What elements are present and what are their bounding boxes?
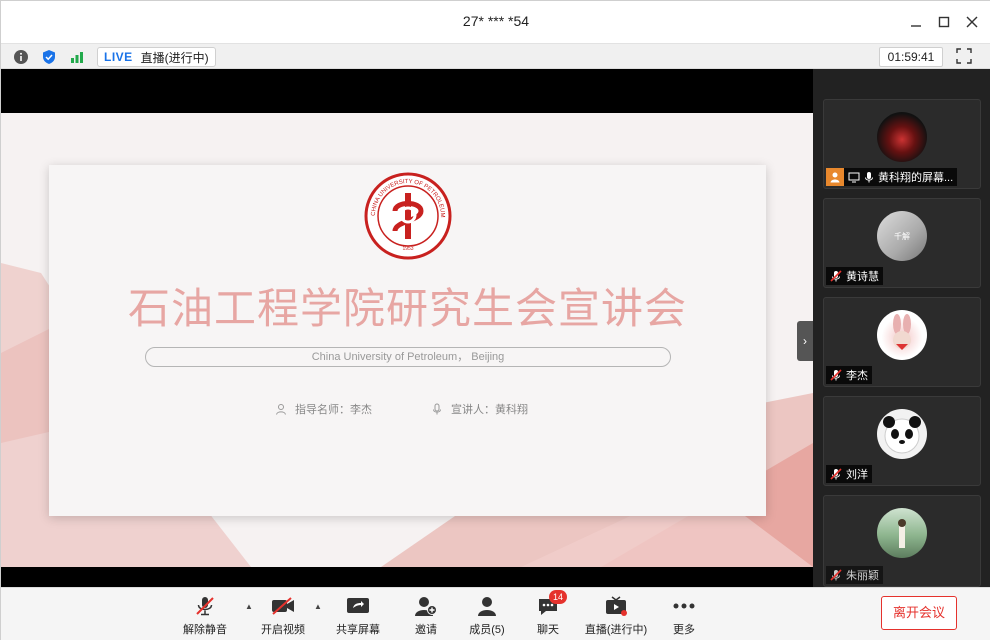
participant-avatar (877, 409, 927, 459)
audio-options-caret[interactable]: ▲ (245, 602, 253, 611)
participant-nametag: 刘洋 (826, 465, 872, 483)
participant-nametag: 黄科翔的屏幕... (826, 168, 958, 186)
microphone-muted-icon (830, 369, 842, 381)
advisor-text: 指导名师：李杰 (295, 404, 372, 416)
participant-tile[interactable]: 黄科翔的屏幕... (823, 99, 981, 189)
participant-video-panel: 黄科翔的屏幕... 千解 黄诗慧 李杰 刘洋 朱丽颖 (813, 69, 990, 587)
person-icon (276, 404, 286, 415)
participant-nametag: 李杰 (826, 366, 872, 384)
advisor-line: 指导名师：李杰 (275, 401, 372, 417)
chat-label: 聊天 (537, 624, 559, 636)
host-person-icon (826, 168, 844, 186)
collapse-panel-button[interactable]: › (797, 321, 813, 361)
minimize-icon (911, 25, 921, 27)
start-video-label: 开启视频 (261, 624, 305, 636)
participant-name: 黄诗慧 (846, 271, 879, 283)
participant-name: 李杰 (846, 370, 868, 382)
participant-nametag: 黄诗慧 (826, 267, 883, 285)
chat-button[interactable]: 14 聊天 (518, 590, 578, 637)
start-video-button[interactable]: 开启视频 (253, 594, 313, 637)
leave-meeting-button[interactable]: 离开会议 (881, 596, 957, 630)
maximize-icon (938, 16, 950, 28)
share-screen-button[interactable]: 共享屏幕 (328, 594, 388, 637)
meeting-toolbar: 解除静音 ▲ 开启视频 ▲ 共享屏幕 邀请 成员(5) 14 聊天 直播(进行中… (1, 587, 990, 640)
more-label: 更多 (673, 624, 695, 636)
screen-share-icon (848, 172, 860, 183)
participant-tile[interactable]: 朱丽颖 (823, 495, 981, 587)
meeting-status-bar: LIVE 直播(进行中) 01:59:41 (1, 43, 990, 69)
meeting-window: 27* *** *54 LIVE 直播(进行中) 01:59:41 CHINA … (0, 0, 990, 640)
participant-name: 刘洋 (846, 469, 868, 481)
presentation-slide: CHINA UNIVERSITY OF PETROLEUM 1953 石油工程学… (1, 113, 813, 567)
microphone-muted-icon (830, 270, 842, 282)
slide-subtitle: China University of Petroleum， Beijing (145, 347, 671, 367)
close-button[interactable] (961, 11, 983, 33)
participant-tile[interactable]: 千解 黄诗慧 (823, 198, 981, 288)
participant-avatar (877, 112, 927, 162)
logo-year: 1953 (402, 246, 413, 252)
live-stream-button[interactable]: 直播(进行中) (584, 594, 648, 637)
chat-icon: 14 (535, 590, 567, 618)
speaker-line: 宣讲人：黄科翔 (431, 401, 528, 417)
participant-name: 黄科翔的屏幕... (878, 172, 954, 184)
share-screen-label: 共享屏幕 (336, 624, 380, 636)
microphone-icon (865, 172, 873, 183)
invite-button[interactable]: 邀请 (396, 594, 456, 637)
slide-title: 石油工程学院研究生会宣讲会 (127, 285, 687, 332)
video-options-caret[interactable]: ▲ (314, 602, 322, 611)
chevron-right-icon: › (803, 334, 807, 348)
more-button[interactable]: 更多 (654, 594, 714, 637)
unmute-label: 解除静音 (183, 624, 227, 636)
members-icon (474, 594, 500, 618)
more-dots-icon (671, 594, 697, 618)
minimize-button[interactable] (905, 11, 927, 33)
close-icon (966, 16, 978, 28)
maximize-button[interactable] (933, 11, 955, 33)
signal-icon[interactable] (68, 48, 86, 66)
participant-avatar (877, 310, 927, 360)
share-screen-icon (345, 594, 371, 618)
microphone-muted-icon (830, 569, 842, 581)
slide-title-card: CHINA UNIVERSITY OF PETROLEUM 1953 石油工程学… (49, 165, 766, 516)
participant-tile[interactable]: 刘洋 (823, 396, 981, 486)
live-stream-label: 直播(进行中) (584, 624, 648, 636)
members-label: 成员(5) (469, 624, 505, 636)
fullscreen-icon[interactable] (956, 48, 974, 66)
shield-icon[interactable] (40, 48, 58, 66)
unmute-button[interactable]: 解除静音 (175, 594, 235, 637)
microphone-muted-icon (830, 468, 842, 480)
window-title: 27* *** *54 (462, 13, 530, 29)
live-status-badge[interactable]: LIVE 直播(进行中) (97, 47, 216, 67)
title-bar: 27* *** *54 (1, 1, 990, 43)
video-off-icon (270, 594, 296, 618)
microphone-muted-icon (192, 594, 218, 618)
add-user-icon (413, 594, 439, 618)
participant-avatar: 千解 (877, 211, 927, 261)
participant-nametag: 朱丽颖 (826, 566, 883, 584)
participant-tile[interactable]: 李杰 (823, 297, 981, 387)
participant-name: 朱丽颖 (846, 570, 879, 582)
participant-avatar (877, 508, 927, 558)
live-label: LIVE (104, 50, 133, 64)
speaker-text: 宣讲人：黄科翔 (451, 404, 528, 416)
chat-unread-badge: 14 (549, 590, 567, 604)
university-logo: CHINA UNIVERSITY OF PETROLEUM 1953 (364, 172, 452, 260)
live-stream-icon (603, 594, 629, 618)
shared-screen-area: CHINA UNIVERSITY OF PETROLEUM 1953 石油工程学… (1, 69, 813, 587)
microphone-icon (433, 403, 441, 415)
invite-label: 邀请 (415, 624, 437, 636)
info-icon[interactable] (12, 48, 30, 66)
live-status-text: 直播(进行中) (140, 50, 209, 65)
members-button[interactable]: 成员(5) (457, 594, 517, 637)
meeting-timer: 01:59:41 (879, 47, 943, 67)
